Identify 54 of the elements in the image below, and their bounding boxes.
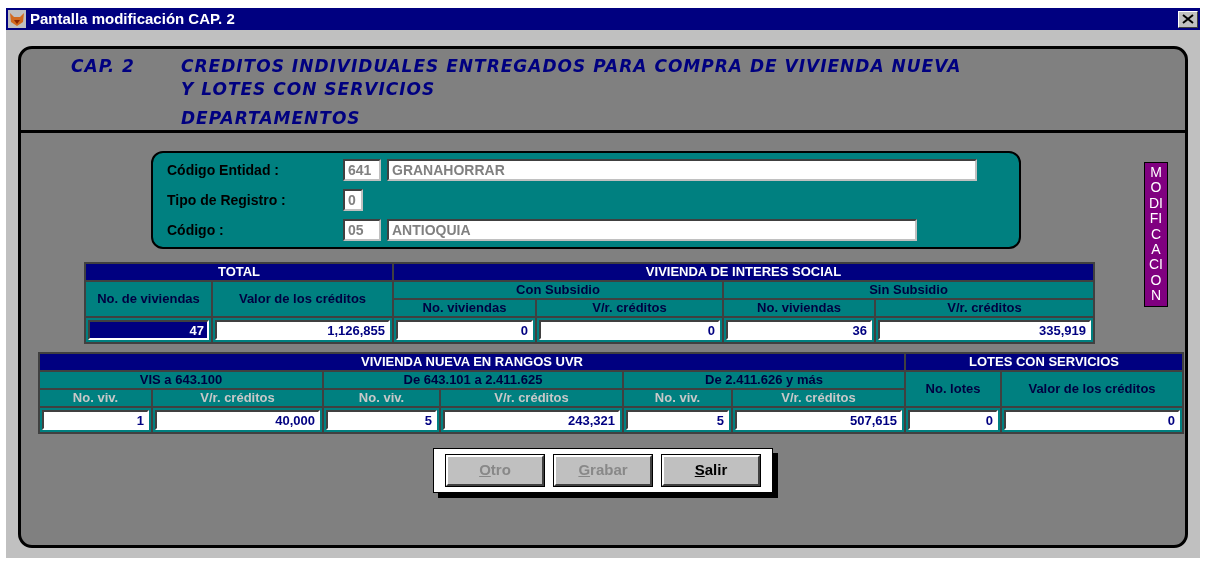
close-button[interactable]: [1178, 10, 1198, 28]
column-header: Sin Subsidio: [724, 282, 1093, 298]
column-group-header: TOTAL: [86, 264, 392, 280]
column-header: De 2.411.626 y más: [624, 372, 904, 388]
column-header: No. viv.: [324, 390, 439, 406]
form-title: CREDITOS INDIVIDUALES ENTREGADOS PARA COMPRA DE VIVIENDA NUEVA: [181, 55, 962, 78]
value-field[interactable]: 507,615: [735, 410, 902, 430]
value-field[interactable]: 5: [326, 410, 437, 430]
value-field[interactable]: 40,000: [155, 410, 320, 430]
field-label: Código :: [167, 220, 225, 240]
column-header: No. de viviendas: [86, 282, 211, 316]
chapter-label: CAP. 2: [71, 55, 136, 78]
column-header: V/r. créditos: [153, 390, 322, 406]
value-field[interactable]: 0: [539, 320, 720, 340]
value-field[interactable]: 47: [88, 320, 209, 340]
code-field[interactable]: 641: [343, 159, 381, 181]
mode-label: MODIFICACION: [1144, 162, 1168, 307]
form-subtitle: DEPARTAMENTOS: [181, 107, 362, 130]
name-field[interactable]: ANTIOQUIA: [387, 219, 917, 241]
column-header: No. viviendas: [724, 300, 874, 316]
value-field[interactable]: 5: [626, 410, 729, 430]
value-field[interactable]: 0: [1004, 410, 1180, 430]
column-group-header: VIVIENDA NUEVA EN RANGOS UVR: [40, 354, 904, 370]
column-header: V/r. créditos: [537, 300, 722, 316]
value-field[interactable]: 243,321: [443, 410, 620, 430]
value-field[interactable]: 36: [726, 320, 872, 340]
column-header: No. viv.: [40, 390, 151, 406]
name-field[interactable]: GRANAHORRAR: [387, 159, 977, 181]
column-group-header: VIVIENDA DE INTERES SOCIAL: [394, 264, 1093, 280]
column-header: No. lotes: [906, 372, 1000, 406]
app-icon: [8, 10, 26, 28]
column-header: V/r. créditos: [733, 390, 904, 406]
column-header: Valor de los créditos: [213, 282, 392, 316]
form-title: Y LOTES CON SERVICIOS: [181, 78, 437, 101]
value-field[interactable]: 0: [396, 320, 533, 340]
exit-button[interactable]: Salir: [662, 455, 760, 486]
column-header: Valor de los créditos: [1002, 372, 1182, 406]
value-field[interactable]: 1,126,855: [215, 320, 390, 340]
column-group-header: LOTES CON SERVICIOS: [906, 354, 1182, 370]
value-field[interactable]: 335,919: [878, 320, 1091, 340]
window-title: Pantalla modificación CAP. 2: [30, 8, 235, 29]
column-header: No. viv.: [624, 390, 731, 406]
column-header: Con Subsidio: [394, 282, 722, 298]
column-header: De 643.101 a 2.411.625: [324, 372, 622, 388]
code-field[interactable]: 0: [343, 189, 363, 211]
field-label: Tipo de Registro :: [167, 190, 287, 210]
column-header: V/r. créditos: [441, 390, 622, 406]
value-field[interactable]: 0: [908, 410, 998, 430]
code-field[interactable]: 05: [343, 219, 381, 241]
value-field[interactable]: 1: [42, 410, 149, 430]
column-header: V/r. créditos: [876, 300, 1093, 316]
column-header: VIS a 643.100: [40, 372, 322, 388]
field-label: Código Entidad :: [167, 160, 280, 180]
column-header: No. viviendas: [394, 300, 535, 316]
